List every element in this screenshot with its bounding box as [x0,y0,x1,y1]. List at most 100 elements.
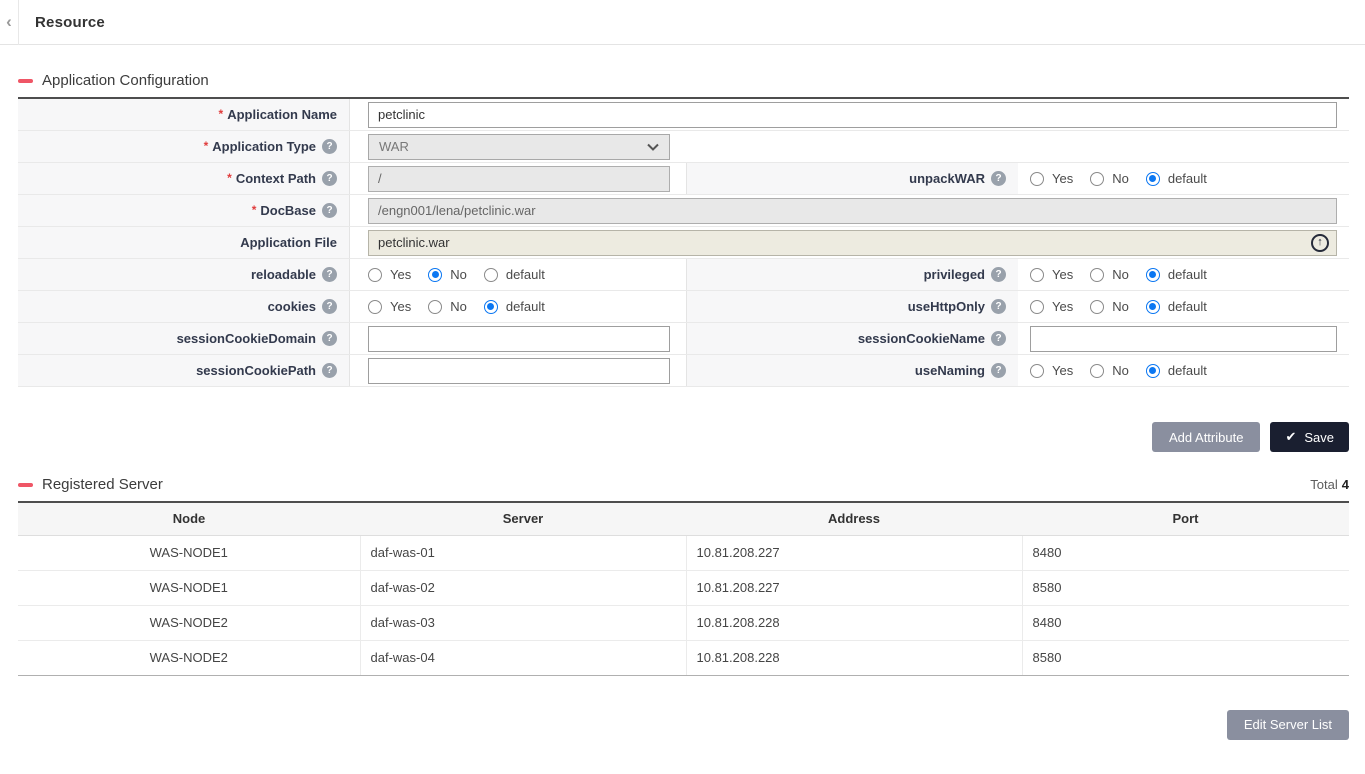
radio-option-default[interactable]: default [1146,171,1207,186]
row-application-file: Application File ↑ [18,227,1349,259]
main-content: Application Configuration * Application … [0,72,1365,740]
radio-unselected-icon[interactable] [368,300,382,314]
total-count: Total4 [1310,477,1349,492]
radio-option-yes[interactable]: Yes [1030,299,1073,314]
check-icon: ✔ [1285,429,1296,445]
radio-option-label: default [1168,363,1207,378]
radio-selected-icon[interactable] [484,300,498,314]
application-type-label-cell: * Application Type ? [18,131,350,162]
radio-option-label: Yes [1052,299,1073,314]
help-icon[interactable]: ? [322,203,337,218]
app-config-form: * Application Name * Application Type ? … [18,97,1349,387]
sessioncookiedomain-input[interactable] [368,326,670,352]
table-row: WAS-NODE1daf-was-0110.81.208.2278480 [18,535,1349,570]
page-title: Resource [35,14,105,31]
help-icon[interactable]: ? [322,139,337,154]
radio-option-default[interactable]: default [484,267,545,282]
sessioncookiename-label-cell: sessionCookieName ? [686,323,1018,354]
usenaming-label: useNaming [915,363,985,378]
radio-option-label: Yes [1052,171,1073,186]
application-file-input[interactable] [368,230,1337,256]
help-icon[interactable]: ? [991,267,1006,282]
sessioncookiepath-input[interactable] [368,358,670,384]
form-button-bar: Add Attribute ✔ Save [18,422,1349,452]
table-cell-port: 8480 [1022,605,1349,640]
radio-option-yes[interactable]: Yes [1030,363,1073,378]
help-icon[interactable]: ? [322,171,337,186]
edit-server-list-button[interactable]: Edit Server List [1227,710,1349,740]
table-header-row: Node Server Address Port [18,502,1349,535]
radio-option-default[interactable]: default [1146,267,1207,282]
radio-option-no[interactable]: No [1090,363,1129,378]
radio-option-no[interactable]: No [428,267,467,282]
upload-icon[interactable]: ↑ [1311,234,1329,252]
radio-unselected-icon[interactable] [1030,300,1044,314]
application-type-label: Application Type [212,139,316,154]
save-button[interactable]: ✔ Save [1270,422,1349,452]
radio-option-default[interactable]: default [484,299,545,314]
radio-selected-icon[interactable] [1146,172,1160,186]
application-name-input[interactable] [368,102,1337,128]
radio-selected-icon[interactable] [1146,268,1160,282]
registered-server-table: Node Server Address Port WAS-NODE1daf-wa… [18,501,1349,676]
radio-option-no[interactable]: No [1090,171,1129,186]
radio-unselected-icon[interactable] [368,268,382,282]
help-icon[interactable]: ? [991,363,1006,378]
row-application-type: * Application Type ? WAR [18,131,1349,163]
radio-unselected-icon[interactable] [1030,364,1044,378]
help-icon[interactable]: ? [991,299,1006,314]
radio-option-label: No [1112,363,1129,378]
cookies-label: cookies [268,299,316,314]
radio-option-label: Yes [390,267,411,282]
radio-unselected-icon[interactable] [484,268,498,282]
docbase-label: DocBase [260,203,316,218]
radio-option-default[interactable]: default [1146,299,1207,314]
top-bar: ‹ Resource [0,0,1365,45]
radio-unselected-icon[interactable] [428,300,442,314]
help-icon[interactable]: ? [322,363,337,378]
cookies-label-cell: cookies ? [18,291,350,322]
back-chevron-icon[interactable]: ‹ [0,0,19,45]
required-marker: * [252,203,257,217]
radio-unselected-icon[interactable] [1090,364,1104,378]
help-icon[interactable]: ? [991,171,1006,186]
radio-unselected-icon[interactable] [1090,300,1104,314]
help-icon[interactable]: ? [322,299,337,314]
radio-unselected-icon[interactable] [1090,268,1104,282]
column-header-address: Address [686,502,1022,535]
column-header-node: Node [18,502,360,535]
radio-option-yes[interactable]: Yes [368,299,411,314]
radio-option-no[interactable]: No [1090,267,1129,282]
sessioncookiepath-label: sessionCookiePath [196,363,316,378]
radio-option-default[interactable]: default [1146,363,1207,378]
table-cell-server: daf-was-04 [360,640,686,675]
radio-unselected-icon[interactable] [1030,172,1044,186]
unpackwar-label: unpackWAR [909,171,985,186]
application-type-select[interactable]: WAR [368,134,670,160]
application-file-label-cell: Application File [18,227,350,258]
radio-unselected-icon[interactable] [1090,172,1104,186]
radio-option-label: No [450,299,467,314]
help-icon[interactable]: ? [322,267,337,282]
radio-selected-icon[interactable] [1146,300,1160,314]
sessioncookiename-input[interactable] [1030,326,1337,352]
application-name-label: Application Name [227,107,337,122]
section-dash-icon [18,483,33,487]
add-attribute-button[interactable]: Add Attribute [1152,422,1260,452]
help-icon[interactable]: ? [322,331,337,346]
radio-option-yes[interactable]: Yes [368,267,411,282]
radio-selected-icon[interactable] [428,268,442,282]
app-config-section-header: Application Configuration [18,72,1349,89]
radio-option-yes[interactable]: Yes [1030,171,1073,186]
radio-option-no[interactable]: No [1090,299,1129,314]
unpackwar-radio-group: Yes No default [1030,171,1224,186]
radio-option-no[interactable]: No [428,299,467,314]
radio-selected-icon[interactable] [1146,364,1160,378]
usenaming-radio-group: Yes No default [1030,363,1224,378]
help-icon[interactable]: ? [991,331,1006,346]
table-cell-node: WAS-NODE1 [18,570,360,605]
usehttponly-label-cell: useHttpOnly ? [686,291,1018,322]
radio-unselected-icon[interactable] [1030,268,1044,282]
required-marker: * [227,171,232,185]
radio-option-yes[interactable]: Yes [1030,267,1073,282]
